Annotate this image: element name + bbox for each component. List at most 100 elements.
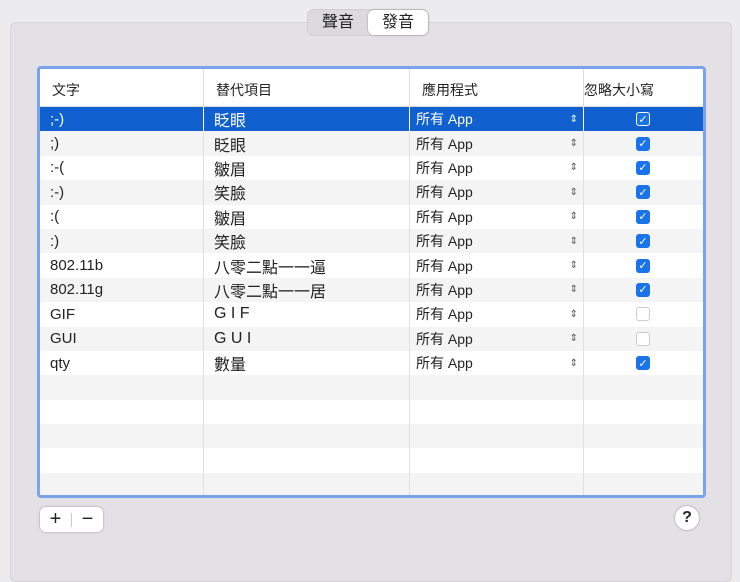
empty-cell (410, 424, 584, 449)
app-popup-value: 所有 App (416, 111, 473, 128)
app-popup[interactable]: 所有 App ⇕ (410, 131, 584, 156)
column-header-ignore-case[interactable]: 忽略大小寫 (584, 69, 702, 106)
ignore-case-cell: ✓ (584, 351, 702, 375)
ignore-case-cell: ✓ (584, 229, 702, 253)
ignore-case-checkbox[interactable]: ✓ (636, 185, 650, 200)
ignore-case-checkbox[interactable]: ✓ (636, 282, 650, 297)
replacement-cell[interactable]: 眨眼 (204, 107, 410, 132)
app-popup[interactable]: 所有 App ⇕ (410, 180, 584, 205)
empty-cell (584, 375, 702, 399)
text-cell[interactable]: ;) (40, 131, 204, 156)
column-header-replacement[interactable]: 替代項目 (204, 69, 410, 106)
app-popup[interactable]: 所有 App ⇕ (410, 326, 584, 351)
table-row[interactable]: :( 皺眉 所有 App ⇕ ✓ (40, 204, 703, 229)
table-row[interactable]: 802.11b 八零二點一一逼 所有 App ⇕ ✓ (40, 253, 703, 278)
ignore-case-checkbox[interactable]: ✓ (636, 356, 650, 371)
pronunciation-table: 文字 替代項目 應用程式 忽略大小寫 ;-) 眨眼 所有 App ⇕ ✓;) 眨眼… (37, 66, 706, 498)
table-row[interactable]: qty 數量 所有 App ⇕ ✓ (40, 350, 703, 376)
empty-cell (584, 473, 702, 495)
empty-cell (40, 399, 204, 425)
empty-cell (40, 448, 204, 473)
table-row[interactable]: :-( 皺眉 所有 App ⇕ ✓ (40, 155, 703, 181)
table-row[interactable]: :-) 笑臉 所有 App ⇕ ✓ (40, 180, 703, 205)
empty-cell (204, 424, 410, 449)
app-popup[interactable]: 所有 App ⇕ (410, 253, 584, 278)
replacement-cell[interactable]: 八零二點一一居 (204, 277, 410, 303)
text-cell[interactable]: ;-) (40, 107, 204, 132)
empty-row (40, 448, 703, 473)
empty-cell (410, 399, 584, 425)
replacement-cell[interactable]: 眨眼 (204, 131, 410, 156)
replacement-cell[interactable]: 笑臉 (204, 228, 410, 254)
text-cell[interactable]: :-( (40, 155, 204, 181)
app-popup[interactable]: 所有 App ⇕ (410, 228, 584, 254)
text-cell[interactable]: GUI (40, 326, 204, 351)
app-popup-value: 所有 App (416, 159, 473, 176)
app-popup-value: 所有 App (416, 306, 473, 323)
table-row[interactable]: GIF G I F 所有 App ⇕ (40, 302, 703, 327)
tab-pronunciation[interactable]: 發音 (368, 10, 429, 35)
chevron-up-down-icon: ⇕ (569, 138, 578, 150)
ignore-case-checkbox[interactable]: ✓ (636, 234, 650, 249)
text-cell[interactable]: GIF (40, 302, 204, 327)
ignore-case-checkbox[interactable]: ✓ (636, 258, 650, 273)
ignore-case-cell (584, 302, 702, 326)
empty-cell (204, 448, 410, 473)
text-cell[interactable]: :-) (40, 180, 204, 205)
replacement-cell[interactable]: G I F (204, 302, 410, 327)
replacement-cell[interactable]: 數量 (204, 350, 410, 376)
table-row[interactable]: GUI G U I 所有 App ⇕ (40, 326, 703, 351)
ignore-case-checkbox[interactable]: ✓ (636, 209, 650, 224)
help-button[interactable]: ? (675, 506, 699, 530)
replacement-cell[interactable]: 八零二點一一逼 (204, 253, 410, 278)
replacement-cell[interactable]: 皺眉 (204, 155, 410, 181)
app-popup[interactable]: 所有 App ⇕ (410, 350, 584, 376)
chevron-up-down-icon: ⇕ (569, 211, 578, 223)
table-header: 文字 替代項目 應用程式 忽略大小寫 (40, 69, 703, 107)
ignore-case-cell (584, 327, 702, 351)
app-popup[interactable]: 所有 App ⇕ (410, 155, 584, 181)
app-popup-value: 所有 App (416, 355, 473, 372)
empty-cell (204, 472, 410, 495)
table-row[interactable]: 802.11g 八零二點一一居 所有 App ⇕ ✓ (40, 277, 703, 303)
empty-cell (40, 472, 204, 495)
empty-row (40, 424, 703, 449)
ignore-case-checkbox[interactable]: ✓ (636, 160, 650, 175)
ignore-case-cell: ✓ (584, 156, 702, 180)
text-cell[interactable]: qty (40, 350, 204, 376)
text-cell[interactable]: :( (40, 204, 204, 229)
ignore-case-cell: ✓ (584, 205, 702, 229)
ignore-case-checkbox[interactable]: ✓ (636, 112, 650, 127)
chevron-up-down-icon: ⇕ (569, 260, 578, 272)
add-button[interactable]: + (40, 507, 71, 532)
app-popup[interactable]: 所有 App ⇕ (410, 277, 584, 303)
ignore-case-checkbox[interactable] (636, 331, 650, 346)
ignore-case-checkbox[interactable] (636, 307, 650, 322)
app-popup[interactable]: 所有 App ⇕ (410, 107, 584, 132)
app-popup[interactable]: 所有 App ⇕ (410, 302, 584, 327)
table-body: ;-) 眨眼 所有 App ⇕ ✓;) 眨眼 所有 App ⇕ ✓:-( 皺眉 所有… (40, 107, 703, 495)
app-popup-value: 所有 App (416, 135, 473, 152)
ignore-case-cell: ✓ (584, 253, 702, 277)
replacement-cell[interactable]: G U I (204, 326, 410, 351)
text-cell[interactable]: 802.11g (40, 277, 204, 303)
ignore-case-checkbox[interactable]: ✓ (636, 136, 650, 151)
replacement-cell[interactable]: 笑臉 (204, 180, 410, 205)
table-row[interactable]: :) 笑臉 所有 App ⇕ ✓ (40, 228, 703, 254)
empty-cell (584, 400, 702, 424)
remove-button[interactable]: − (72, 507, 103, 532)
text-cell[interactable]: :) (40, 228, 204, 254)
chevron-up-down-icon: ⇕ (569, 162, 578, 174)
table-row[interactable]: ;-) 眨眼 所有 App ⇕ ✓ (40, 107, 703, 132)
app-popup[interactable]: 所有 App ⇕ (410, 204, 584, 229)
replacement-cell[interactable]: 皺眉 (204, 204, 410, 229)
empty-cell (584, 424, 702, 448)
empty-row (40, 375, 703, 400)
column-header-text[interactable]: 文字 (40, 69, 204, 106)
column-header-app[interactable]: 應用程式 (410, 69, 584, 106)
text-cell[interactable]: 802.11b (40, 253, 204, 278)
tab-sound[interactable]: 聲音 (308, 10, 368, 35)
table-row[interactable]: ;) 眨眼 所有 App ⇕ ✓ (40, 131, 703, 156)
app-popup-value: 所有 App (416, 281, 473, 298)
empty-cell (204, 375, 410, 400)
